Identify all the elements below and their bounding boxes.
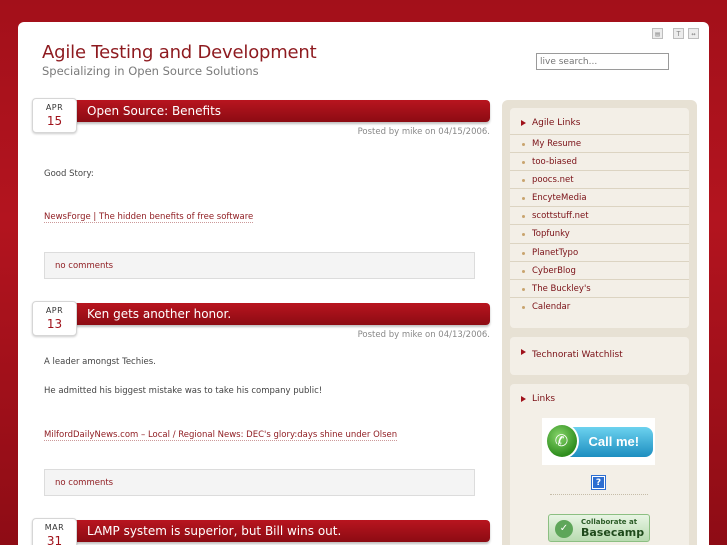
post-link[interactable]: NewsForge | The hidden benefits of free … (44, 212, 254, 223)
basecamp-name: Basecamp (581, 526, 645, 539)
comments-link[interactable]: no comments (44, 469, 475, 496)
comments-label[interactable]: no comments (55, 478, 113, 488)
post-meta: Posted by mike on 04/13/2006. (357, 330, 490, 340)
post-title[interactable]: LAMP system is superior, but Bill wins o… (87, 524, 341, 538)
sidebar: Agile Links My Resume too-biased poocs.n… (502, 100, 697, 545)
header-icons: ▤ T ↔ (652, 28, 699, 39)
post-title[interactable]: Open Source: Benefits (87, 104, 221, 118)
basecamp-logo-icon: ✓ (555, 520, 573, 538)
post-date-month: APR (45, 306, 64, 315)
post-date-badge: MAR 31 (32, 518, 77, 545)
widget-title: Links (510, 384, 689, 410)
post-date-day: 13 (46, 317, 63, 331)
post-date-day: 15 (46, 114, 63, 128)
sidebar-link[interactable]: CyberBlog (510, 260, 689, 279)
widget-agile-links: Agile Links My Resume too-biased poocs.n… (510, 108, 689, 328)
post-text: Good Story: (44, 169, 94, 179)
basecamp-caption: Collaborate at (581, 518, 638, 526)
widget-title: Agile Links (510, 108, 689, 134)
post-title[interactable]: Ken gets another honor. (87, 307, 231, 321)
divider (550, 494, 648, 495)
widget-links: Links ✆ Call me! ? ✓ Collaborate at Base… (510, 384, 689, 545)
post-link[interactable]: MilfordDailyNews.com – Local / Regional … (44, 430, 398, 441)
post-text: A leader amongst Techies. (44, 357, 156, 367)
basecamp-badge[interactable]: ✓ Collaborate at Basecamp (548, 514, 650, 542)
print-icon[interactable]: ▤ (652, 28, 663, 39)
post-date-day: 31 (46, 534, 63, 545)
sidebar-link[interactable]: Calendar (510, 296, 689, 315)
sidebar-link[interactable]: PlanetTypo (510, 242, 689, 261)
post: LAMP system is superior, but Bill wins o… (32, 518, 490, 545)
text-size-icon[interactable]: T (673, 28, 684, 39)
sidebar-link[interactable]: too-biased (510, 152, 689, 170)
call-me-button[interactable]: ✆ Call me! (542, 418, 655, 465)
sidebar-link[interactable]: EncyteMedia (510, 188, 689, 206)
post-date-month: APR (45, 103, 64, 112)
phone-icon: ✆ (544, 422, 579, 459)
site-title[interactable]: Agile Testing and Development (42, 42, 317, 63)
post: Ken gets another honor. APR 13 Posted by… (32, 301, 490, 503)
agile-links-list: My Resume too-biased poocs.net EncyteMed… (510, 134, 689, 315)
post-date-badge: APR 13 (32, 301, 77, 336)
sidebar-link[interactable]: Topfunky (510, 224, 689, 242)
post-date-month: MAR (44, 523, 65, 532)
post: Open Source: Benefits APR 15 Posted by m… (32, 98, 490, 280)
sidebar-link[interactable]: poocs.net (510, 170, 689, 188)
post-meta: Posted by mike on 04/15/2006. (357, 127, 490, 137)
comments-link[interactable]: no comments (44, 252, 475, 279)
sidebar-link[interactable]: My Resume (510, 134, 689, 152)
call-me-badge: ✆ Call me! (544, 422, 653, 459)
widget-title[interactable]: Technorati Watchlist (510, 337, 689, 363)
post-text: He admitted his biggest mistake was to t… (44, 386, 323, 396)
help-icon[interactable]: ? (591, 475, 606, 490)
expand-icon[interactable]: ↔ (688, 28, 699, 39)
widget-technorati: Technorati Watchlist (510, 337, 689, 375)
sidebar-link[interactable]: scottstuff.net (510, 206, 689, 224)
sidebar-link[interactable]: The Buckley's (510, 278, 689, 297)
call-me-label: Call me! (588, 433, 640, 449)
comments-label[interactable]: no comments (55, 261, 113, 271)
site-tagline: Specializing in Open Source Solutions (42, 64, 259, 78)
page-container: ▤ T ↔ Agile Testing and Development Spec… (18, 22, 709, 545)
search-input[interactable] (536, 53, 669, 70)
post-date-badge: APR 15 (32, 98, 77, 133)
